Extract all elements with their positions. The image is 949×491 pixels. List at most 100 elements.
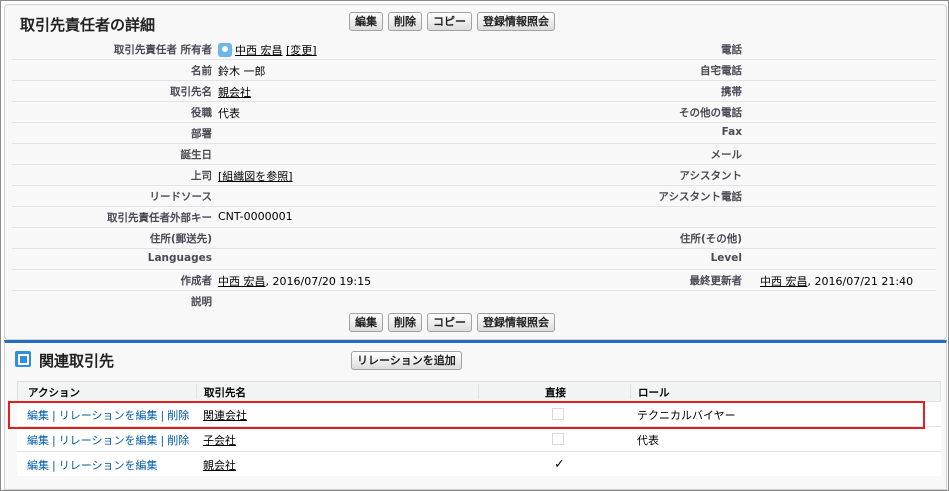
owner-label: 取引先責任者 所有者 — [113, 44, 212, 56]
account-label: 取引先名 — [170, 86, 212, 98]
header-account[interactable]: 取引先名 — [204, 385, 246, 400]
org-chart-link[interactable]: [組織図を参照] — [218, 168, 293, 184]
email-label: メール — [710, 149, 743, 161]
assistant-phone-label: アシスタント電話 — [658, 191, 742, 203]
account-link[interactable]: 子会社 — [203, 432, 236, 448]
assistant-label: アシスタント — [679, 170, 742, 182]
field-row: 役職 代表 その他の電話 — [12, 102, 936, 123]
phone-label: 電話 — [721, 44, 742, 56]
direct-checkbox — [552, 408, 564, 420]
header-divider — [630, 384, 631, 399]
field-row: 誕生日 メール — [12, 144, 936, 165]
name-value: 鈴木 一郎 — [218, 65, 266, 78]
row-actions: 編集 | リレーションを編集 | 削除 — [27, 407, 189, 423]
related-accounts-section: 関連取引先 リレーションを追加 アクション 取引先名 直接 ロール 編集 | リレー… — [4, 340, 947, 490]
table-row: 編集 | リレーションを編集 | 削除 関連会社 テクニカルバイヤー — [17, 402, 941, 427]
department-label: 部署 — [191, 128, 212, 140]
header-divider — [478, 384, 479, 399]
account-link[interactable]: 親会社 — [203, 457, 236, 473]
field-row: リードソース アシスタント電話 — [12, 186, 936, 207]
header-role[interactable]: ロール — [638, 385, 670, 400]
copy-button[interactable]: コピー — [427, 313, 472, 332]
edit-relation-link[interactable]: リレーションを編集 — [59, 459, 158, 472]
job-title-label: 役職 — [191, 107, 212, 119]
field-row: Languages Level — [12, 249, 936, 270]
modified-by-user-link[interactable]: 中西 宏昌 — [760, 275, 808, 288]
created-by-value: 中西 宏昌, 2016/07/20 19:15 — [218, 273, 371, 289]
owner-value: 中西 宏昌 [変更] — [218, 42, 317, 58]
field-row: 上司 [組織図を参照] アシスタント — [12, 165, 936, 186]
name-label: 名前 — [191, 65, 212, 77]
field-row: 部署 Fax — [12, 123, 936, 144]
description-label: 説明 — [191, 296, 212, 308]
reports-to-label: 上司 — [191, 170, 212, 182]
field-row: 住所(郵送先) 住所(その他) — [12, 228, 936, 249]
field-row: 取引先責任者 所有者 中西 宏昌 [変更] 電話 — [12, 39, 936, 60]
table-row: 編集 | リレーションを編集 | 削除 子会社 代表 — [17, 427, 941, 452]
job-title-value: 代表 — [218, 107, 240, 120]
created-by-user-link[interactable]: 中西 宏昌 — [218, 275, 266, 288]
external-id-value: CNT-0000001 — [218, 210, 293, 223]
add-relation-button[interactable]: リレーションを追加 — [351, 351, 462, 370]
change-owner-link[interactable]: [変更] — [286, 44, 317, 57]
delete-link[interactable]: 削除 — [167, 434, 189, 447]
table-header: アクション 取引先名 直接 ロール — [17, 381, 941, 402]
detail-fields: 取引先責任者 所有者 中西 宏昌 [変更] 電話 名前 鈴木 一郎 自宅電話 取… — [12, 39, 936, 311]
edit-button[interactable]: 編集 — [349, 12, 383, 31]
row-actions: 編集 | リレーションを編集 — [27, 457, 158, 473]
checkmark-icon: ✓ — [554, 457, 565, 472]
lead-source-label: リードソース — [149, 191, 212, 203]
related-accounts-icon — [15, 351, 31, 367]
account-link[interactable]: 親会社 — [218, 84, 251, 100]
direct-checkbox — [552, 433, 564, 445]
page-title: 取引先責任者の詳細 — [20, 16, 156, 34]
other-address-label: 住所(その他) — [679, 233, 742, 245]
birthday-label: 誕生日 — [180, 149, 213, 161]
user-icon — [218, 43, 232, 57]
field-row: 説明 — [12, 291, 936, 311]
lookup-button[interactable]: 登録情報照会 — [477, 313, 555, 332]
edit-link[interactable]: 編集 — [27, 409, 49, 422]
delete-button[interactable]: 削除 — [388, 12, 422, 31]
mailing-address-label: 住所(郵送先) — [149, 233, 212, 245]
row-actions: 編集 | リレーションを編集 | 削除 — [27, 432, 189, 448]
field-row: 取引先責任者外部キー CNT-0000001 — [12, 207, 936, 228]
related-accounts-table: アクション 取引先名 直接 ロール 編集 | リレーションを編集 | 削除 関連会社 テ… — [17, 381, 941, 476]
other-phone-label: その他の電話 — [679, 107, 742, 119]
account-link[interactable]: 関連会社 — [203, 407, 247, 423]
edit-relation-link[interactable]: リレーションを編集 — [59, 409, 158, 422]
role-value: 代表 — [637, 434, 659, 447]
mobile-label: 携帯 — [721, 86, 742, 98]
lookup-button[interactable]: 登録情報照会 — [477, 12, 555, 31]
table-row: 編集 | リレーションを編集 親会社 ✓ — [17, 452, 941, 476]
owner-link[interactable]: 中西 宏昌 — [235, 44, 283, 57]
edit-relation-link[interactable]: リレーションを編集 — [59, 434, 158, 447]
fax-label: Fax — [721, 126, 742, 138]
header-divider — [196, 384, 197, 399]
delete-button[interactable]: 削除 — [388, 313, 422, 332]
edit-button[interactable]: 編集 — [349, 313, 383, 332]
role-value: テクニカルバイヤー — [637, 409, 736, 422]
header-direct[interactable]: 直接 — [545, 385, 566, 400]
separator: | — [160, 409, 165, 422]
separator: | — [52, 434, 56, 447]
field-row: 名前 鈴木 一郎 自宅電話 — [12, 60, 936, 81]
related-button-bar: リレーションを追加 — [351, 351, 462, 370]
modified-by-label: 最終更新者 — [689, 275, 743, 287]
level-label: Level — [710, 252, 742, 264]
edit-link[interactable]: 編集 — [27, 434, 49, 447]
languages-label: Languages — [147, 252, 212, 264]
created-by-label: 作成者 — [180, 275, 213, 287]
edit-link[interactable]: 編集 — [27, 459, 49, 472]
separator: | — [52, 409, 56, 422]
created-date: , 2016/07/20 19:15 — [265, 275, 372, 288]
bottom-button-bar: 編集 削除 コピー 登録情報照会 — [349, 313, 555, 332]
modified-date: , 2016/07/21 21:40 — [807, 275, 914, 288]
delete-link[interactable]: 削除 — [167, 409, 189, 422]
home-phone-label: 自宅電話 — [700, 65, 742, 77]
section-title: 関連取引先 — [39, 352, 115, 370]
separator: | — [160, 434, 165, 447]
top-button-bar: 編集 削除 コピー 登録情報照会 — [349, 12, 555, 31]
field-row: 作成者 中西 宏昌, 2016/07/20 19:15 最終更新者 中西 宏昌,… — [12, 270, 936, 291]
copy-button[interactable]: コピー — [427, 12, 472, 31]
